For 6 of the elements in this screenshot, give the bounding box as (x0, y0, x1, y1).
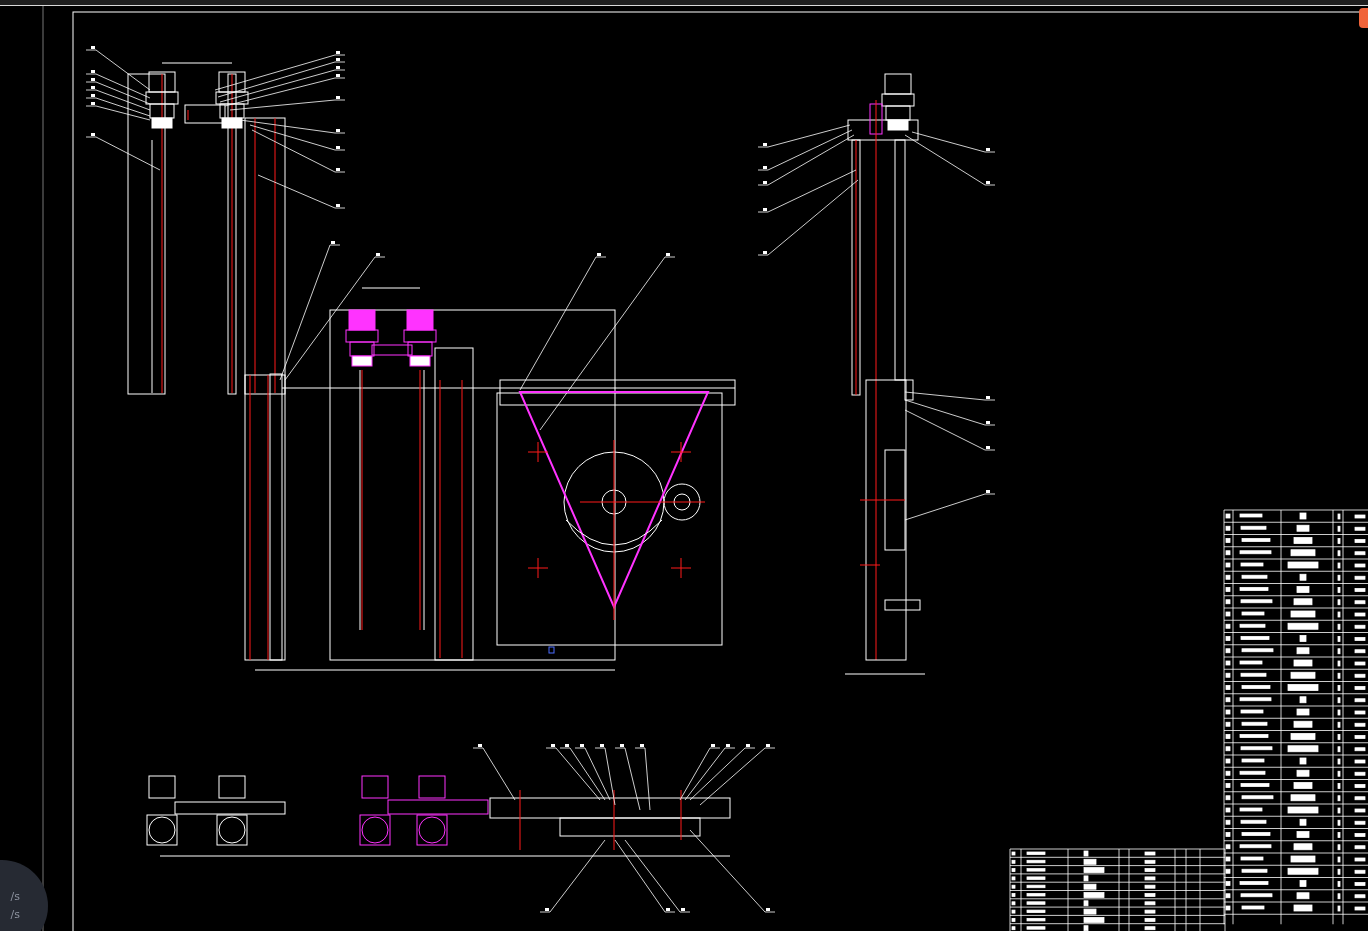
leader-line (472, 744, 516, 801)
app-badge-icon[interactable] (1359, 8, 1368, 28)
leader-line (85, 94, 151, 117)
leader-line (85, 102, 151, 121)
speed-reading: /s (10, 908, 20, 922)
speed-reading: /s (10, 890, 20, 904)
